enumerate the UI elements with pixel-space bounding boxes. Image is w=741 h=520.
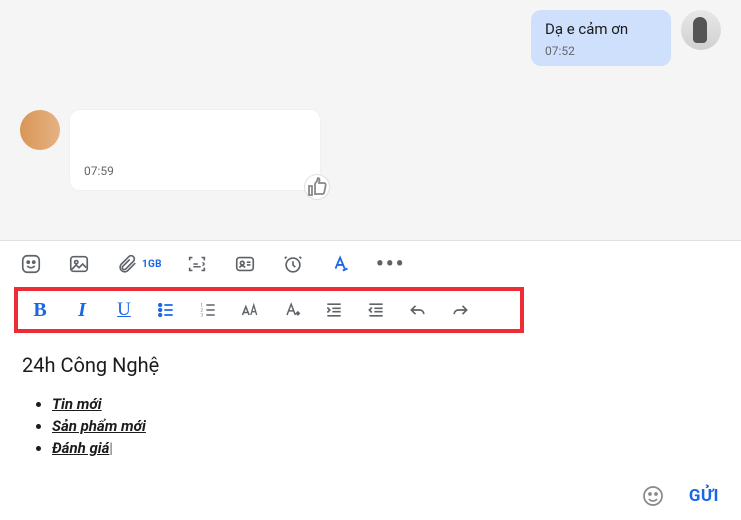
like-icon[interactable] (304, 174, 330, 200)
image-icon[interactable] (66, 251, 92, 277)
input-toolbar: 1GB ••• (0, 240, 741, 283)
reminder-icon[interactable] (280, 251, 306, 277)
undo-button[interactable] (406, 295, 430, 325)
chat-history: Dạ e cảm ơn 07:52 07:59 (0, 0, 741, 240)
bold-button[interactable]: B (28, 295, 52, 325)
format-text-icon[interactable] (328, 251, 354, 277)
message-time: 07:52 (545, 44, 657, 58)
bullet-list-button[interactable] (154, 295, 178, 325)
incoming-message: 07:59 (20, 110, 320, 190)
italic-button[interactable]: I (70, 295, 94, 325)
numbered-list-button[interactable]: 123 (196, 295, 220, 325)
message-editor[interactable]: 24h Công Nghệ Tin mới Sản phẩm mới Đánh … (0, 337, 741, 520)
emoji-icon[interactable] (639, 482, 667, 510)
indent-increase-button[interactable] (322, 295, 346, 325)
message-bubble[interactable]: Dạ e cảm ơn 07:52 (531, 10, 671, 66)
message-bubble[interactable]: 07:59 (70, 110, 320, 190)
svg-text:3: 3 (201, 314, 204, 319)
sticker-icon[interactable] (18, 251, 44, 277)
clear-format-button[interactable] (280, 295, 304, 325)
format-toolbar: B I U 123 (14, 287, 524, 333)
outgoing-message: Dạ e cảm ơn 07:52 (531, 10, 721, 66)
paperclip-icon (114, 251, 140, 277)
more-icon[interactable]: ••• (376, 252, 406, 277)
redo-button[interactable] (448, 295, 472, 325)
format-toolbar-highlight: B I U 123 (0, 283, 741, 337)
avatar[interactable] (20, 110, 60, 150)
attach-size-label: 1GB (142, 259, 162, 270)
message-text: Dạ e cảm ơn (545, 20, 657, 38)
attach-button[interactable]: 1GB (114, 251, 162, 277)
list-item: Sản phẩm mới (52, 417, 719, 435)
editor-bullet-list: Tin mới Sản phẩm mới Đánh giá (52, 395, 719, 457)
editor-footer: GỬI (639, 482, 719, 510)
list-item: Đánh giá (52, 439, 719, 457)
avatar[interactable] (681, 10, 721, 50)
screenshot-icon[interactable] (184, 251, 210, 277)
editor-heading: 24h Công Nghệ (22, 353, 719, 377)
send-button[interactable]: GỬI (689, 486, 719, 506)
indent-decrease-button[interactable] (364, 295, 388, 325)
underline-button[interactable]: U (112, 295, 136, 325)
font-size-button[interactable] (238, 295, 262, 325)
list-item: Tin mới (52, 395, 719, 413)
contact-card-icon[interactable] (232, 251, 258, 277)
message-time: 07:59 (84, 164, 306, 178)
